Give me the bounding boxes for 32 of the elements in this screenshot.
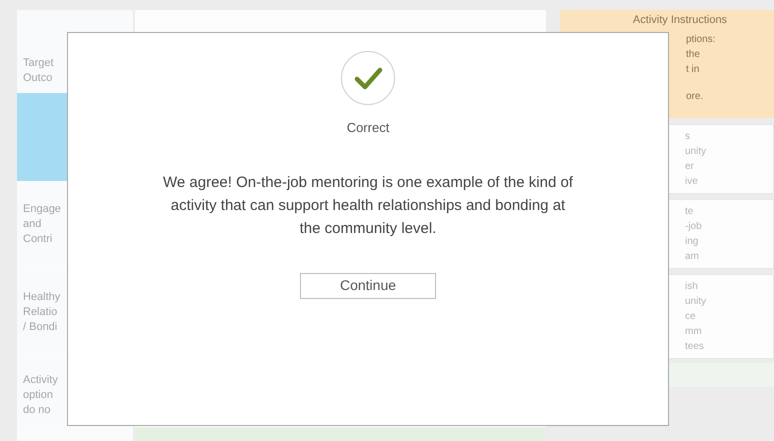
instructions-text: ore. [686, 90, 704, 104]
row-label: Outco [23, 71, 54, 86]
continue-button[interactable]: Continue [300, 272, 436, 298]
card-text: er [685, 160, 695, 174]
row-label: Activity [23, 372, 59, 388]
card-text: ish [685, 280, 699, 294]
row-label: Healthy [23, 290, 62, 304]
row-label: / Bondi [23, 320, 58, 334]
instructions-text: t in [686, 63, 700, 77]
row-label: Contri [23, 232, 54, 246]
instructions-text: the [686, 48, 700, 62]
instructions-title: Activity Instructions [632, 13, 728, 28]
row-label: Target [23, 56, 55, 71]
row-label: Relatio [23, 304, 58, 320]
card-text: ce [685, 310, 697, 324]
card-text: ing [685, 235, 700, 249]
card-text: unity [685, 295, 708, 309]
card-text: s [685, 130, 691, 144]
card-text: -job [685, 220, 703, 234]
status-text: Correct [346, 119, 390, 137]
row-label: option [23, 388, 54, 402]
instructions-text: ptions: [686, 33, 716, 47]
card-text: ive [685, 175, 699, 189]
feedback-message: We agree! On-the-job mentoring is one example of the kind of activity that can support health relationships and bonding at the community level. [162, 172, 574, 238]
card-text: mm [685, 325, 703, 339]
row-label: Engage [23, 202, 62, 216]
card-text: tees [685, 340, 705, 354]
card-text: unity [685, 145, 708, 159]
row-label: do no [23, 402, 52, 418]
row-label: and [23, 216, 42, 232]
card-text: am [685, 250, 700, 264]
card-text: te [685, 205, 694, 219]
